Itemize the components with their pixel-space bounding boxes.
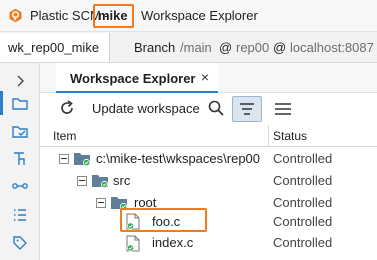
window-title: Workspace Explorer: [141, 8, 258, 23]
update-workspace-button[interactable]: Update workspace: [92, 99, 200, 121]
workspace-bar: wk_rep00_mike Branch /main @ rep00 @ loc…: [0, 31, 377, 63]
tab-bar: Workspace Explorer ×: [40, 63, 377, 93]
tag-icon[interactable]: [10, 233, 30, 253]
search-icon[interactable]: [206, 98, 226, 118]
at-separator: @: [273, 40, 287, 55]
refresh-icon[interactable]: [58, 99, 76, 117]
pending-changes-icon[interactable]: [10, 122, 30, 142]
title-bar: Plastic SCM - mike Workspace Explorer: [0, 0, 377, 31]
table-row[interactable]: foo.c Controlled: [40, 210, 377, 232]
table-row[interactable]: src Controlled: [40, 170, 377, 192]
column-divider[interactable]: [268, 125, 269, 147]
item-name: c:\mike-test\wkspaces\rep00: [96, 151, 261, 166]
close-icon[interactable]: ×: [196, 68, 214, 86]
tree-view-button[interactable]: [232, 96, 262, 122]
sidebar: [0, 63, 40, 260]
folder-controlled-icon: [92, 175, 109, 188]
column-header-status[interactable]: Status: [273, 129, 307, 143]
toolbar: Update workspace: [40, 93, 377, 125]
active-indicator: [0, 91, 3, 115]
workspace-explorer-window: Plastic SCM - mike Workspace Explorer wk…: [0, 0, 377, 260]
column-header-item[interactable]: Item: [53, 129, 76, 143]
table-header: Item Status: [40, 125, 377, 147]
item-status: Controlled: [273, 214, 333, 229]
item-name: index.c: [152, 235, 194, 250]
item-status: Controlled: [273, 235, 333, 250]
file-controlled-icon: [126, 235, 140, 252]
item-name: src: [113, 173, 131, 188]
folder-controlled-icon: [74, 153, 91, 166]
at-separator: @: [219, 40, 233, 55]
item-status: Controlled: [273, 173, 333, 188]
file-highlight-box: [120, 208, 207, 232]
repository-name[interactable]: rep00: [236, 40, 269, 55]
collapse-toggle[interactable]: [77, 176, 87, 186]
table-row[interactable]: index.c Controlled: [40, 233, 377, 255]
tab-label: Workspace Explorer: [70, 71, 196, 86]
tree-view-icon: [240, 103, 254, 115]
branch-name[interactable]: /main: [180, 40, 212, 55]
list-icon[interactable]: [10, 205, 30, 225]
changesets-icon[interactable]: [10, 176, 30, 196]
plastic-logo-icon: [9, 8, 22, 23]
tab-workspace-explorer[interactable]: Workspace Explorer ×: [56, 63, 218, 93]
chevron-right-icon[interactable]: [10, 71, 30, 91]
list-view-icon[interactable]: [270, 96, 296, 122]
workspace-name: wk_rep00_mike: [8, 40, 100, 55]
user-highlight-box: [93, 4, 134, 28]
collapse-toggle[interactable]: [59, 154, 69, 164]
collapse-toggle[interactable]: [96, 198, 106, 208]
table-row[interactable]: c:\mike-test\wkspaces\rep00 Controlled: [40, 148, 377, 170]
workspace-selector[interactable]: wk_rep00_mike: [0, 33, 110, 62]
item-status: Controlled: [273, 151, 333, 166]
branches-icon[interactable]: [10, 149, 30, 169]
branch-label: Branch: [134, 40, 176, 55]
server-name[interactable]: localhost:8087: [290, 40, 374, 55]
item-status: Controlled: [273, 195, 333, 210]
folder-icon[interactable]: [10, 94, 30, 114]
